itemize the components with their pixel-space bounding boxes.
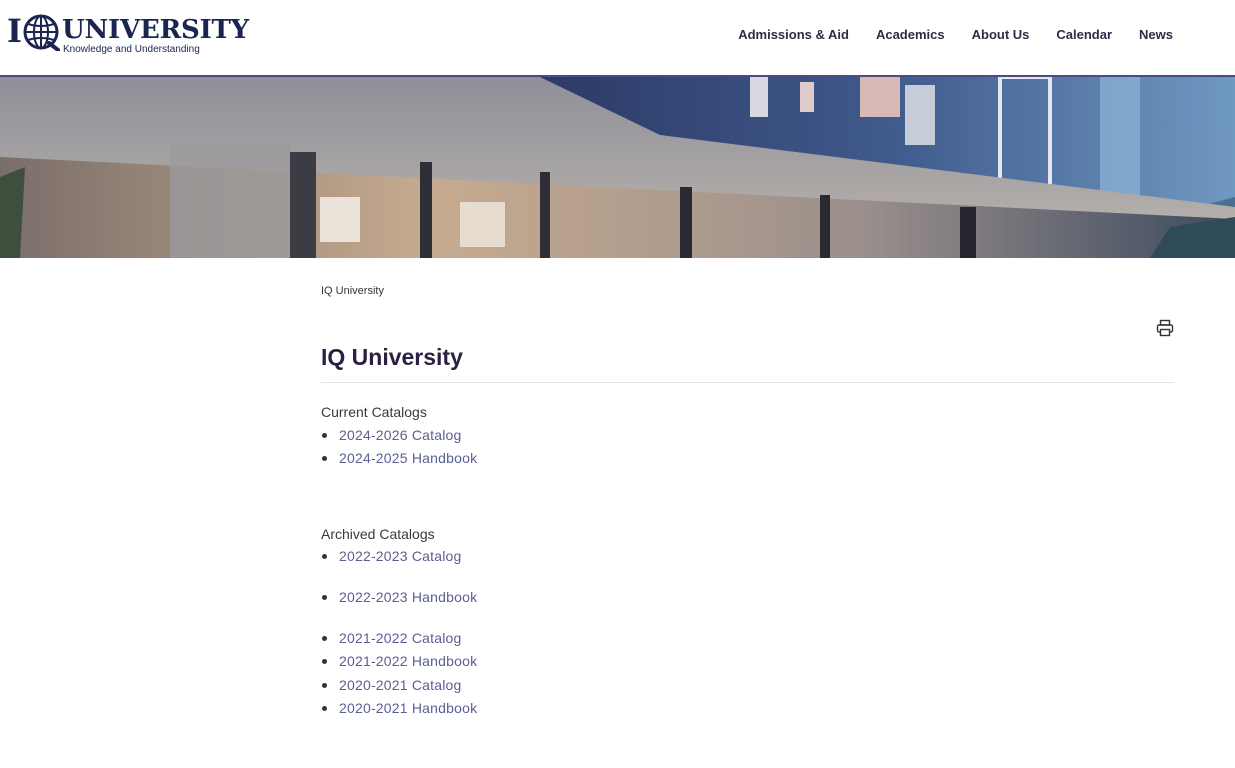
main-nav: Admissions & Aid Academics About Us Cale…: [738, 24, 1173, 46]
breadcrumb[interactable]: IQ University: [321, 285, 384, 297]
current-catalogs-heading: Current Catalogs: [321, 404, 427, 420]
bullet-icon: [322, 706, 327, 711]
bullet-icon: [322, 636, 327, 641]
printer-icon[interactable]: [1156, 319, 1174, 337]
logo-wordmark: UNIVERSITY: [62, 15, 250, 45]
building-photo: [0, 77, 1235, 258]
logo-mark: I: [7, 12, 22, 50]
page-title: IQ University: [321, 344, 463, 370]
handbook-link[interactable]: 2022-2023 Handbook: [339, 587, 477, 607]
nav-about-us[interactable]: About Us: [972, 24, 1030, 46]
nav-academics[interactable]: Academics: [876, 24, 945, 46]
catalog-link[interactable]: 2024-2026 Catalog: [339, 425, 462, 445]
handbook-link[interactable]: 2020-2021 Handbook: [339, 698, 477, 718]
handbook-link[interactable]: 2021-2022 Handbook: [339, 651, 477, 671]
bullet-icon: [322, 683, 327, 688]
nav-news[interactable]: News: [1139, 24, 1173, 46]
bullet-icon: [322, 659, 327, 664]
bullet-icon: [322, 595, 327, 600]
catalog-link[interactable]: 2020-2021 Catalog: [339, 675, 462, 695]
catalog-link[interactable]: 2022-2023 Catalog: [339, 546, 462, 566]
bullet-icon: [322, 554, 327, 559]
title-divider: [321, 382, 1174, 383]
archived-catalogs-heading: Archived Catalogs: [321, 526, 435, 542]
university-logo[interactable]: I UNIVERSITY Knowledge and Understanding: [7, 12, 250, 58]
catalog-link[interactable]: 2021-2022 Catalog: [339, 628, 462, 648]
site-header: I UNIVERSITY Knowledge and Understanding…: [0, 0, 1235, 77]
handbook-link[interactable]: 2024-2025 Handbook: [339, 448, 477, 468]
bullet-icon: [322, 456, 327, 461]
logo-tagline: Knowledge and Understanding: [63, 44, 200, 55]
bullet-icon: [322, 433, 327, 438]
nav-calendar[interactable]: Calendar: [1056, 24, 1112, 46]
nav-admissions-aid[interactable]: Admissions & Aid: [738, 24, 849, 46]
hero-banner-image: [0, 77, 1235, 258]
globe-icon: [23, 14, 60, 51]
